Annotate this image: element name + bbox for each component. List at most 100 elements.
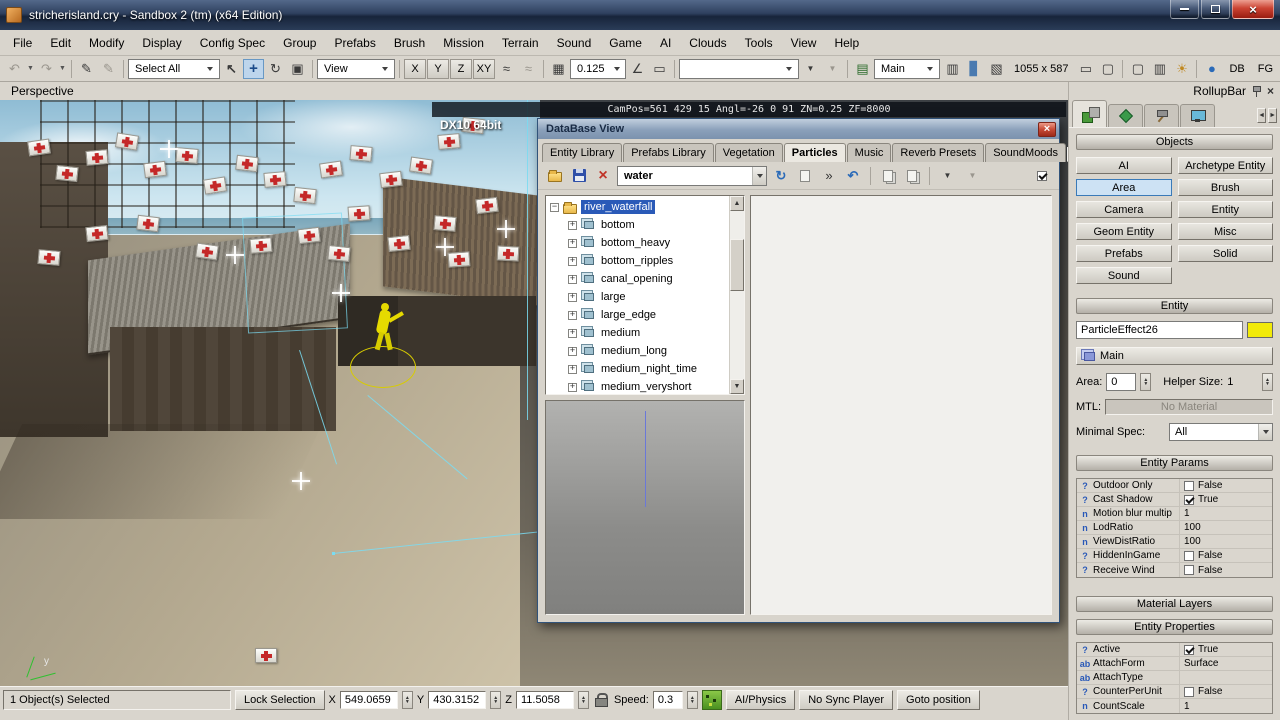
database-tab[interactable]: Music — [846, 143, 892, 162]
object-type-button[interactable]: Archetype Entity — [1177, 157, 1273, 174]
library-combo[interactable]: water — [617, 165, 767, 186]
expand-icon[interactable] — [568, 256, 577, 266]
menu-item[interactable]: Display — [133, 31, 190, 55]
lock-selection-button[interactable]: Lock Selection — [235, 689, 325, 710]
sort-items-button[interactable] — [962, 166, 983, 186]
tree-item[interactable]: medium_long — [546, 342, 729, 360]
param-checkbox[interactable] — [1184, 565, 1194, 575]
param-value-cell[interactable] — [1179, 671, 1272, 684]
param-value-cell[interactable]: Surface — [1179, 657, 1272, 670]
speed-field[interactable]: 0.3 — [652, 690, 683, 709]
snap-to-objects-button[interactable] — [518, 59, 539, 79]
redo-button[interactable] — [36, 59, 57, 79]
move-tool-button[interactable] — [243, 58, 264, 79]
menu-item[interactable]: Brush — [385, 31, 434, 55]
grid-size-combo[interactable]: 0.125 — [570, 58, 626, 79]
database-close-button[interactable]: × — [1038, 121, 1056, 137]
database-tab[interactable]: Prefabs Library — [623, 143, 714, 162]
z-coord-field[interactable]: 11.5058 — [515, 690, 574, 709]
sun-settings-icon[interactable] — [1171, 59, 1192, 79]
tree-item[interactable]: medium — [546, 324, 729, 342]
close-button[interactable]: × — [1232, 0, 1274, 19]
param-value-cell[interactable]: False — [1179, 479, 1272, 492]
selection-filter-button[interactable] — [800, 59, 821, 79]
load-library-button[interactable] — [545, 166, 565, 186]
param-value-cell[interactable]: 1 — [1179, 507, 1272, 520]
tab-scroll-left-icon[interactable]: ◄ — [1067, 147, 1068, 162]
title-bar[interactable]: stricherisland.cry - Sandbox 2 (tm) (x64… — [0, 0, 1280, 30]
object-type-button[interactable]: Entity — [1177, 201, 1273, 218]
menu-item[interactable]: Help — [825, 31, 868, 55]
tree-item[interactable]: large — [546, 288, 729, 306]
axis-xy-button[interactable]: XY — [473, 58, 495, 79]
status-button[interactable]: Goto position — [897, 689, 980, 710]
paste-item-button[interactable] — [902, 166, 922, 186]
follow-terrain-button[interactable] — [496, 59, 517, 79]
expand-icon[interactable] — [568, 238, 577, 248]
object-type-button[interactable]: Area — [1076, 179, 1172, 196]
param-checkbox[interactable] — [1184, 550, 1194, 561]
assign-to-selection-checkbox[interactable] — [1032, 166, 1052, 186]
menu-item[interactable]: View — [782, 31, 826, 55]
tab-terrain[interactable] — [1108, 104, 1143, 127]
status-button[interactable]: No Sync Player — [799, 689, 894, 710]
area-input[interactable]: 0 — [1106, 373, 1137, 391]
material-field[interactable]: No Material — [1105, 399, 1273, 415]
entity-params-header[interactable]: Entity Params — [1076, 455, 1273, 471]
scale-tool-button[interactable] — [287, 59, 308, 79]
param-value-cell[interactable]: 100 — [1179, 535, 1272, 548]
tree-item[interactable]: bottom — [546, 216, 729, 234]
link-object-icon[interactable] — [76, 59, 97, 79]
param-checkbox[interactable] — [1184, 686, 1194, 697]
coordinates-display-button[interactable] — [942, 59, 963, 79]
object-type-button[interactable]: Brush — [1177, 179, 1273, 196]
z-coord-spinner[interactable] — [577, 690, 589, 709]
tab-display[interactable] — [1180, 104, 1215, 127]
expand-icon[interactable] — [568, 364, 577, 374]
object-type-button[interactable]: Prefabs — [1076, 245, 1172, 262]
render-mode-button[interactable] — [986, 59, 1007, 79]
object-type-button[interactable]: Misc — [1177, 223, 1273, 240]
redo-history-dropdown[interactable]: ▼ — [58, 59, 67, 79]
objects-section-header[interactable]: Objects — [1076, 134, 1273, 150]
speed-spinner[interactable] — [686, 690, 698, 709]
undo-button[interactable] — [4, 59, 25, 79]
param-row[interactable]: ab AttachForm Surface — [1077, 657, 1272, 671]
y-coord-field[interactable]: 430.3152 — [428, 690, 487, 709]
x-coord-spinner[interactable] — [401, 690, 413, 709]
filter-items-button[interactable] — [937, 166, 958, 186]
expand-icon[interactable] — [568, 274, 577, 284]
rollup-tab-scroll-left-icon[interactable]: ◄ — [1257, 108, 1267, 123]
param-value-cell[interactable]: False — [1179, 563, 1272, 577]
terrain-collision-button[interactable] — [701, 689, 722, 710]
param-value-cell[interactable]: 100 — [1179, 521, 1272, 534]
maximize-button[interactable] — [1201, 0, 1230, 19]
monitor-icon[interactable] — [1127, 59, 1148, 79]
param-row[interactable]: ? Receive Wind False — [1077, 563, 1272, 577]
rotate-tool-button[interactable] — [265, 59, 286, 79]
database-undo-button[interactable] — [843, 166, 863, 186]
selection-filter2-button[interactable] — [822, 59, 843, 79]
object-type-button[interactable]: Solid — [1177, 245, 1273, 262]
axis-z-button[interactable]: Z — [450, 58, 472, 79]
lock-axis-icon[interactable] — [594, 693, 608, 707]
minimal-spec-combo[interactable]: All — [1169, 423, 1273, 441]
ruler-tool-button[interactable] — [649, 59, 670, 79]
tree-item[interactable]: large_edge — [546, 306, 729, 324]
tree-item[interactable]: medium_night_time — [546, 360, 729, 378]
db-toolbar-label[interactable]: DB — [1223, 63, 1250, 75]
pin-icon[interactable] — [1252, 85, 1261, 97]
profile-chart-icon[interactable] — [964, 59, 985, 79]
menu-item[interactable]: Modify — [80, 31, 133, 55]
scroll-up-icon[interactable]: ▲ — [730, 196, 744, 211]
menu-item[interactable]: Game — [600, 31, 651, 55]
param-value-cell[interactable]: False — [1179, 685, 1272, 698]
view-combo[interactable]: View — [317, 58, 395, 79]
grid-snap-icon[interactable] — [548, 59, 569, 79]
menu-item[interactable]: File — [4, 31, 41, 55]
tree-item[interactable]: canal_opening — [546, 270, 729, 288]
particle-preview-panel[interactable] — [545, 400, 745, 615]
menu-item[interactable]: Terrain — [493, 31, 548, 55]
menu-item[interactable]: Mission — [434, 31, 493, 55]
tree-scrollbar[interactable]: ▲ ▼ — [729, 196, 744, 394]
